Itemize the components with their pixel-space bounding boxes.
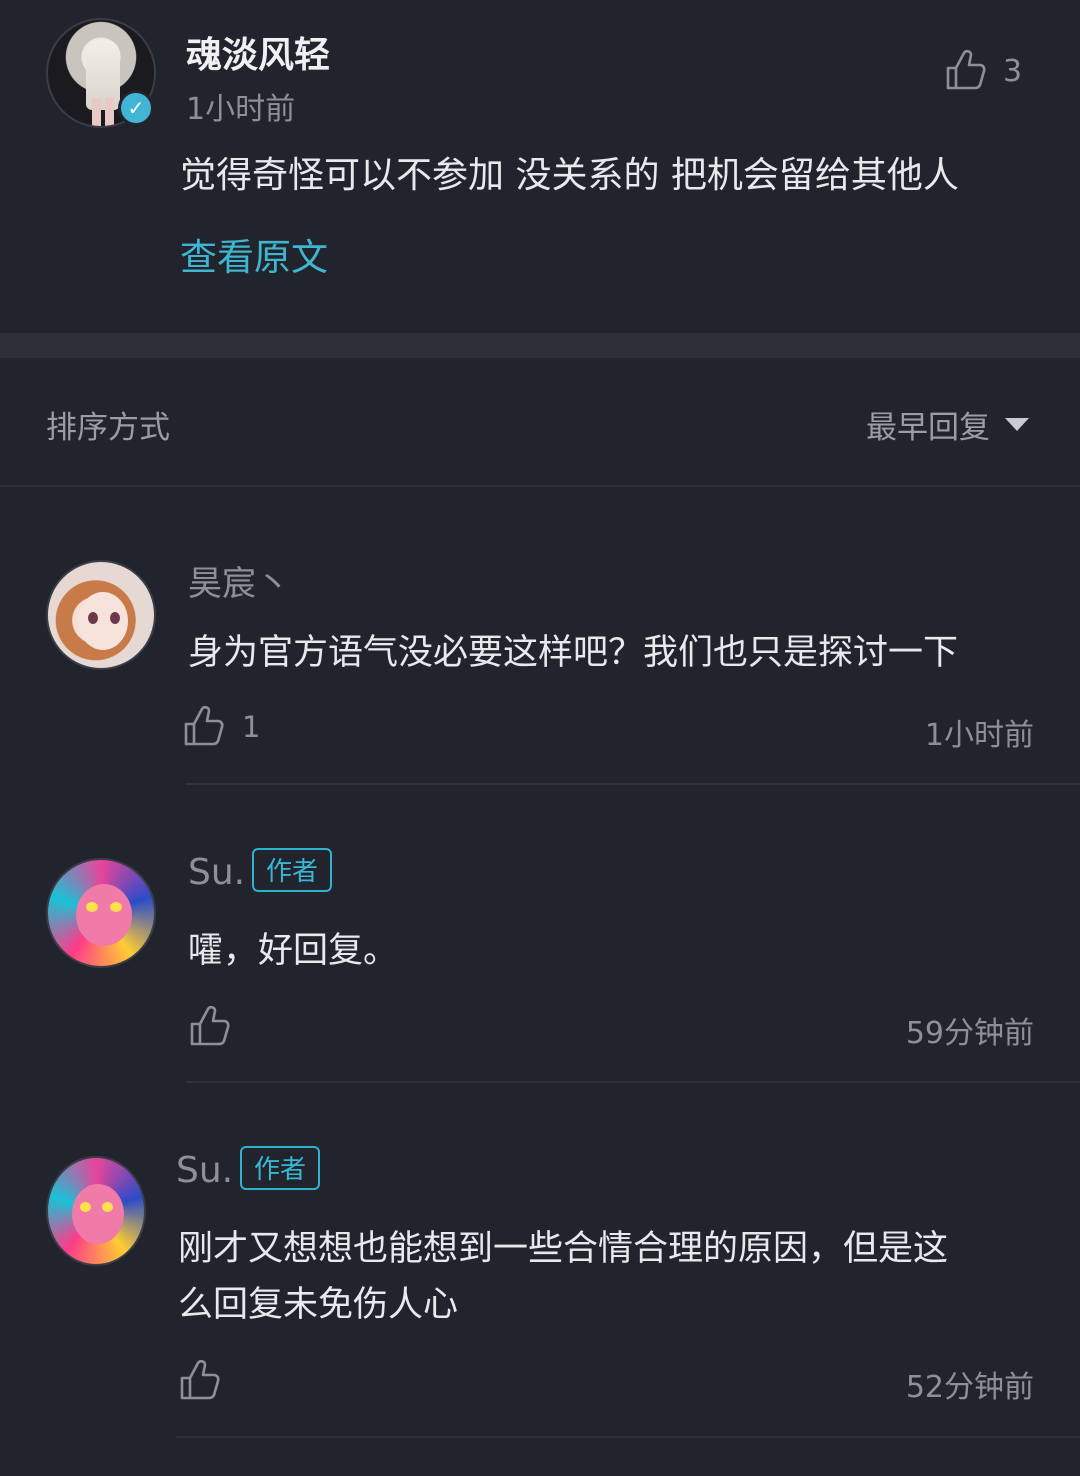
reply-avatar[interactable] bbox=[46, 858, 156, 968]
comment-time: 1小时前 bbox=[186, 92, 296, 127]
author-badge: 作者 bbox=[240, 1146, 321, 1190]
reply-text-line-1: 刚才又想想也能想到一些合情合理的原因，但是这 bbox=[178, 1229, 949, 1269]
like-icon[interactable] bbox=[178, 1358, 222, 1402]
reply-time: 1小时前 bbox=[924, 718, 1034, 753]
sort-divider bbox=[0, 485, 1080, 487]
reply-divider bbox=[176, 1436, 1080, 1438]
reply-text-line-2: 么回复未免伤人心 bbox=[178, 1285, 459, 1325]
reply-divider bbox=[186, 1081, 1080, 1083]
reply-username[interactable]: Su. bbox=[188, 852, 245, 893]
author-badge: 作者 bbox=[252, 848, 333, 892]
section-divider bbox=[0, 333, 1080, 358]
reply-text: 嚯，好回复。 bbox=[188, 931, 399, 971]
reply-text: 身为官方语气没必要这样吧？我们也只是探讨一下 bbox=[188, 633, 959, 673]
chevron-down-icon[interactable] bbox=[1005, 418, 1029, 431]
reply-avatar[interactable] bbox=[46, 560, 156, 670]
reply-divider bbox=[186, 783, 1080, 785]
like-icon[interactable] bbox=[188, 1004, 232, 1048]
commenter-username[interactable]: 魂淡风轻 bbox=[186, 26, 330, 78]
reply-time: 59分钟前 bbox=[905, 1016, 1034, 1051]
comment-like-count: 3 bbox=[1003, 54, 1023, 89]
like-icon[interactable] bbox=[944, 48, 988, 92]
verified-check-icon: ✓ bbox=[118, 90, 154, 126]
avatar-figure-legs bbox=[92, 98, 114, 126]
reply-avatar[interactable] bbox=[46, 1156, 146, 1266]
sort-label: 排序方式 bbox=[46, 410, 170, 446]
reply-like-count: 1 bbox=[242, 710, 261, 744]
reply-username[interactable]: Su. bbox=[176, 1150, 233, 1191]
reply-username[interactable]: 昊宸丶 bbox=[188, 556, 290, 605]
reply-time: 52分钟前 bbox=[905, 1370, 1034, 1405]
like-icon[interactable] bbox=[182, 704, 226, 748]
view-original-link[interactable]: 查看原文 bbox=[180, 227, 328, 281]
comment-text: 觉得奇怪可以不参加 没关系的 把机会留给其他人 bbox=[180, 155, 959, 196]
sort-selected[interactable]: 最早回复 bbox=[866, 402, 990, 447]
